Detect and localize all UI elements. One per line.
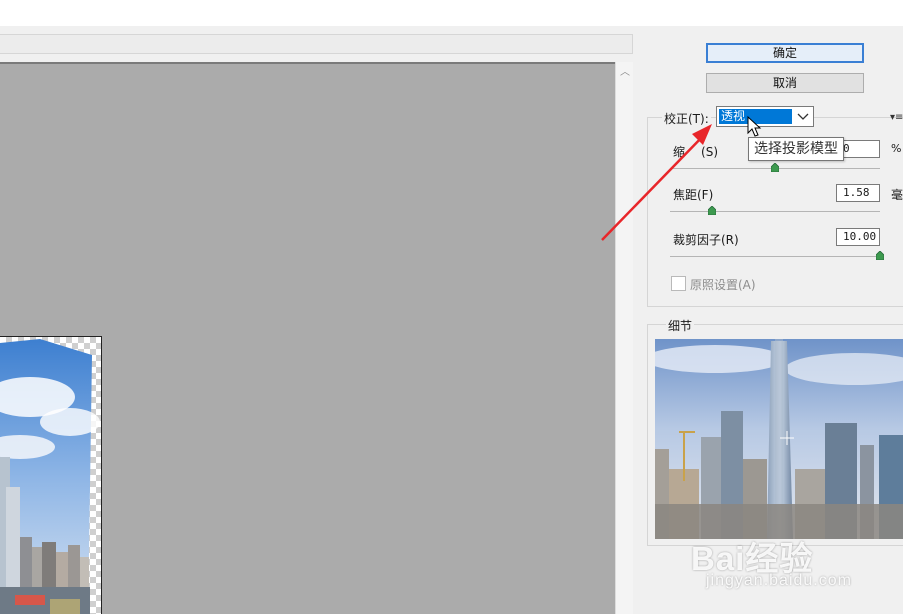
scale-label: 缩 (S) — [673, 143, 718, 160]
correction-select[interactable]: 透视 — [716, 106, 814, 127]
detail-preview[interactable] — [655, 339, 903, 539]
options-bar — [0, 34, 633, 54]
preview-image — [0, 336, 102, 614]
scroll-up-icon[interactable]: ︿ — [619, 68, 631, 78]
focal-slider-thumb[interactable] — [708, 206, 716, 215]
vertical-scrollbar[interactable]: ︿ — [615, 62, 633, 614]
settings-panel: 确定 取消 校正(T): 透视 ▾≡ 缩 (S) 0 % 焦距(F) 1.58 毫 — [634, 26, 903, 614]
focal-slider-track[interactable] — [670, 211, 880, 212]
correction-label: 校正(T): — [662, 110, 711, 127]
scale-label-prefix: 缩 — [673, 145, 686, 159]
focal-input[interactable]: 1.58 — [836, 184, 880, 202]
crop-slider-track[interactable] — [670, 256, 880, 257]
crop-input[interactable]: 10.00 — [836, 228, 880, 246]
dialog-window: ︿ 确定 取消 校正(T): 透视 ▾≡ 缩 (S) 0 % 焦距(F) 1.58… — [0, 0, 903, 614]
preview-canvas[interactable] — [0, 62, 615, 614]
original-settings-checkbox[interactable] — [671, 276, 686, 291]
tooltip: 选择投影模型 — [748, 137, 844, 161]
title-area — [0, 0, 903, 26]
original-settings-label: 原照设置(A) — [690, 278, 756, 292]
correction-selected-value: 透视 — [719, 109, 792, 124]
city-photo — [0, 339, 100, 614]
cancel-button[interactable]: 取消 — [706, 73, 864, 93]
panel-menu-icon[interactable]: ▾≡ — [890, 112, 903, 123]
ok-button[interactable]: 确定 — [706, 43, 864, 63]
scale-slider-thumb[interactable] — [771, 163, 779, 172]
chevron-down-icon — [797, 113, 809, 120]
watermark: Bai经验 jingyan.baidu.com — [666, 532, 876, 596]
watermark-url: jingyan.baidu.com — [706, 572, 852, 589]
scale-label-suffix: (S) — [701, 145, 718, 159]
crop-slider-thumb[interactable] — [876, 251, 884, 260]
crop-label: 裁剪因子(R) — [673, 233, 739, 247]
focal-label: 焦距(F) — [673, 188, 714, 202]
detail-label: 细节 — [666, 317, 695, 334]
focal-unit: 毫 — [891, 188, 903, 202]
scale-unit: % — [891, 142, 902, 155]
detail-photo — [655, 339, 903, 539]
